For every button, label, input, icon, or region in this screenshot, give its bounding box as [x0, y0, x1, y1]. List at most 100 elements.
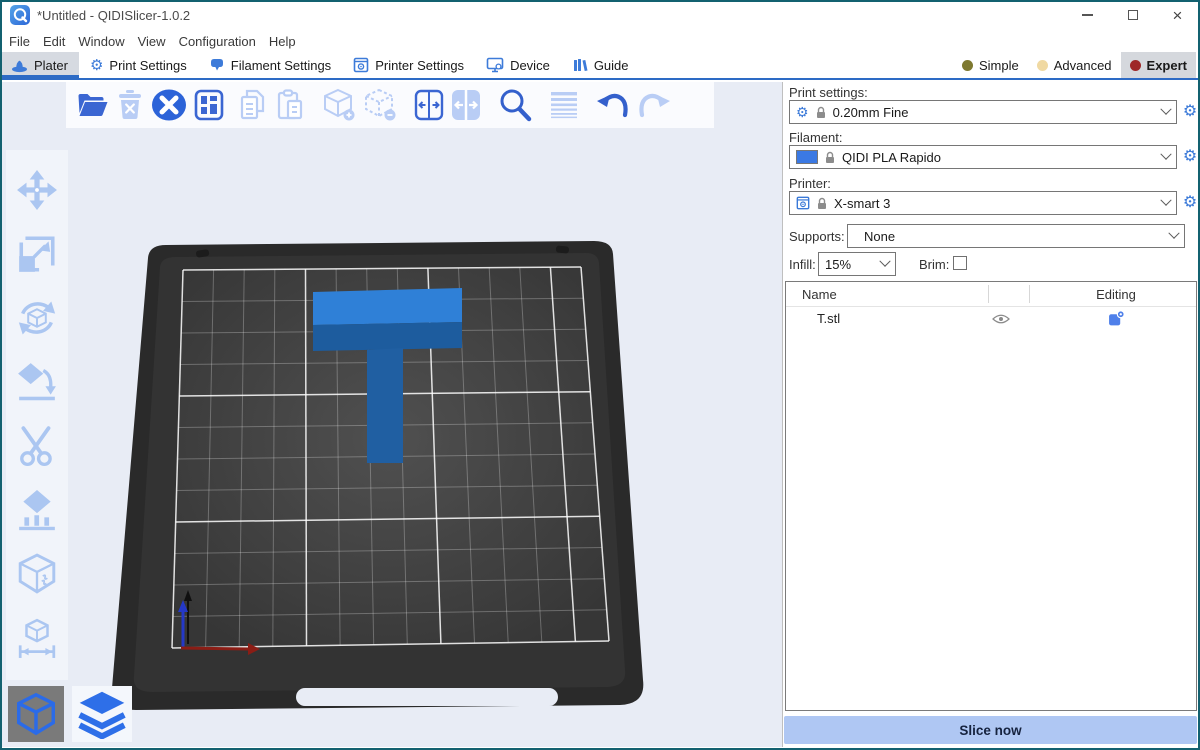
chevron-down-icon	[1168, 228, 1179, 239]
infill-label: Infill:	[789, 257, 816, 272]
arrange-button[interactable]	[194, 86, 224, 124]
close-button[interactable]: ×	[1155, 0, 1200, 30]
copy-button[interactable]	[238, 86, 268, 124]
measure-icon	[16, 617, 58, 659]
menu-view[interactable]: View	[138, 34, 166, 49]
object-editing-button[interactable]	[1108, 310, 1125, 330]
menu-file[interactable]: File	[9, 34, 30, 49]
place-on-face-button[interactable]	[13, 350, 61, 414]
object-row-t-stl[interactable]: T.stl	[786, 307, 1196, 331]
build-plate-scene	[0, 82, 782, 747]
eye-icon	[992, 313, 1010, 325]
variable-layer-height-button[interactable]	[549, 86, 579, 124]
title-bar: *Untitled - QIDISlicer-1.0.2 ×	[0, 0, 1200, 30]
device-icon	[486, 57, 504, 73]
lock-icon	[817, 197, 827, 210]
supports-value: None	[854, 229, 895, 244]
edit-filament-button[interactable]: ⚙	[1181, 148, 1199, 166]
tab-filament-settings[interactable]: Filament Settings	[198, 52, 342, 78]
delete-all-button[interactable]	[151, 86, 187, 124]
menu-help[interactable]: Help	[269, 34, 296, 49]
remove-instance-icon	[363, 88, 397, 122]
undo-button[interactable]	[596, 86, 630, 124]
printer-icon	[353, 57, 369, 73]
tab-plater[interactable]: Plater	[0, 52, 79, 78]
cut-button[interactable]	[13, 414, 61, 478]
3d-editor-view-icon	[13, 691, 59, 737]
redo-button[interactable]	[637, 86, 671, 124]
3d-editor-view-button[interactable]	[8, 686, 64, 742]
object-list: Name Editing T.stl	[785, 281, 1197, 711]
chevron-down-icon	[1160, 104, 1171, 115]
add-instance-button[interactable]	[322, 86, 356, 124]
object-name: T.stl	[817, 311, 840, 326]
preview-layers-button[interactable]	[72, 686, 132, 742]
column-divider	[1029, 285, 1030, 303]
mode-simple[interactable]: Simple	[953, 52, 1028, 78]
printer-select[interactable]: X-smart 3	[789, 191, 1177, 215]
filament-value: QIDI PLA Rapido	[842, 150, 941, 165]
open-project-button[interactable]	[76, 86, 109, 124]
filament-label: Filament:	[789, 130, 842, 145]
split-parts-button[interactable]	[451, 86, 481, 124]
paste-icon	[275, 89, 305, 121]
gizmo-toolbar	[6, 150, 68, 680]
tab-guide[interactable]: Guide	[561, 52, 640, 78]
measure-button[interactable]	[13, 606, 61, 670]
bed-handle-cutout	[296, 688, 558, 706]
slice-now-button[interactable]: Slice now	[784, 716, 1197, 744]
menu-window[interactable]: Window	[78, 34, 124, 49]
maximize-button[interactable]	[1110, 0, 1155, 30]
print-settings-select[interactable]: ⚙ 0.20mm Fine	[789, 100, 1177, 124]
edit-print-settings-button[interactable]: ⚙	[1181, 103, 1199, 121]
move-button[interactable]	[13, 158, 61, 222]
rotate-icon	[15, 296, 59, 340]
menu-bar: File Edit Window View Configuration Help	[0, 30, 1200, 52]
seam-button[interactable]	[13, 542, 61, 606]
infill-select[interactable]: 15%	[818, 252, 896, 276]
minimize-button[interactable]	[1065, 0, 1110, 30]
remove-instance-button[interactable]	[363, 86, 397, 124]
column-editing: Editing	[1066, 287, 1166, 302]
split-parts-icon	[451, 89, 481, 121]
split-objects-button[interactable]	[414, 86, 444, 124]
visibility-eye-button[interactable]	[992, 313, 1010, 328]
delete-icon	[116, 89, 144, 121]
menu-configuration[interactable]: Configuration	[179, 34, 256, 49]
tab-device[interactable]: Device	[475, 52, 561, 78]
redo-icon	[637, 90, 671, 120]
split-objects-icon	[414, 89, 444, 121]
gear-icon: ⚙	[796, 105, 809, 119]
filament-select[interactable]: QIDI PLA Rapido	[789, 145, 1177, 169]
scale-icon	[16, 233, 58, 275]
brim-checkbox[interactable]	[953, 256, 967, 270]
tab-printer-settings[interactable]: Printer Settings	[342, 52, 475, 78]
mode-label: Simple	[979, 58, 1019, 73]
expert-mode-dot-icon	[1130, 60, 1141, 71]
paste-button[interactable]	[275, 86, 305, 124]
lock-icon	[825, 151, 835, 164]
scale-button[interactable]	[13, 222, 61, 286]
copy-icon	[238, 89, 268, 121]
3d-viewport[interactable]	[0, 82, 782, 747]
window-title: *Untitled - QIDISlicer-1.0.2	[37, 8, 190, 23]
supports-label: Supports:	[789, 229, 845, 244]
app-window: *Untitled - QIDISlicer-1.0.2 × File Edit…	[0, 0, 1200, 750]
plater-icon	[11, 58, 28, 73]
mode-advanced[interactable]: Advanced	[1028, 52, 1121, 78]
delete-all-icon	[151, 89, 187, 121]
tab-print-settings[interactable]: ⚙ Print Settings	[79, 52, 198, 78]
paint-supports-button[interactable]	[13, 478, 61, 542]
printer-icon	[796, 196, 810, 210]
edit-printer-button[interactable]: ⚙	[1181, 194, 1199, 212]
search-button[interactable]	[498, 86, 532, 124]
chevron-down-icon	[879, 256, 890, 267]
tab-label: Plater	[34, 58, 68, 73]
delete-button[interactable]	[116, 86, 144, 124]
arrange-icon	[194, 89, 224, 121]
mode-expert[interactable]: Expert	[1121, 52, 1196, 78]
rotate-button[interactable]	[13, 286, 61, 350]
menu-edit[interactable]: Edit	[43, 34, 65, 49]
supports-select[interactable]: None	[847, 224, 1185, 248]
undo-icon	[596, 90, 630, 120]
